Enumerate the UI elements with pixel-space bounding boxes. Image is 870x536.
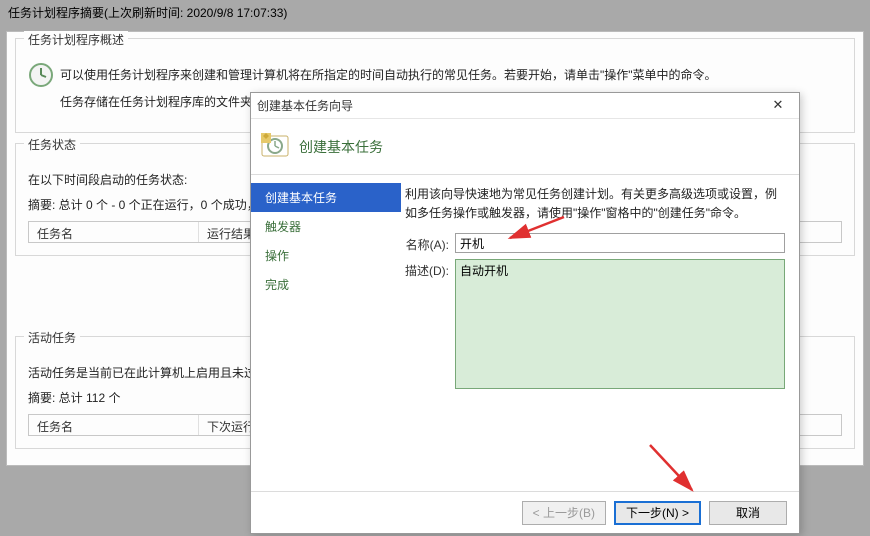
status-group-title: 任务状态 [24,136,80,153]
wizard-icon [261,131,289,162]
description-textarea[interactable] [455,259,785,389]
step-create-basic-task[interactable]: 创建基本任务 [251,183,401,212]
dialog-header: 创建基本任务 [251,119,799,175]
step-action[interactable]: 操作 [251,241,401,270]
dialog-footer: < 上一步(B) 下一步(N) > 取消 [251,491,799,533]
description-label: 描述(D): [405,259,455,279]
overview-group-title: 任务计划程序概述 [24,31,128,48]
status-col-taskname[interactable]: 任务名 [29,222,199,242]
step-finish[interactable]: 完成 [251,270,401,299]
cancel-button[interactable]: 取消 [709,501,787,525]
dialog-main: 利用该向导快速地为常见任务创建计划。有关更多高级选项或设置，例如多任务操作或触发… [401,175,799,491]
name-label: 名称(A): [405,233,455,253]
clock-icon [28,62,54,120]
dialog-titlebar[interactable]: 创建基本任务向导 ✕ [251,93,799,119]
active-col-taskname[interactable]: 任务名 [29,415,199,435]
dialog-info-text: 利用该向导快速地为常见任务创建计划。有关更多高级选项或设置，例如多任务操作或触发… [405,185,785,223]
step-trigger[interactable]: 触发器 [251,212,401,241]
name-input[interactable] [455,233,785,253]
close-icon[interactable]: ✕ [763,96,793,116]
overview-line1: 可以使用任务计划程序来创建和管理计算机将在所指定的时间自动执行的常见任务。若要开… [60,66,842,85]
active-group-title: 活动任务 [24,329,80,346]
page-title: 任务计划程序摘要(上次刷新时间: 2020/9/8 17:07:33) [0,0,870,25]
dialog-title: 创建基本任务向导 [257,97,763,114]
next-button[interactable]: 下一步(N) > [614,501,701,525]
back-button: < 上一步(B) [522,501,606,525]
wizard-steps-sidebar: 创建基本任务 触发器 操作 完成 [251,175,401,491]
create-basic-task-wizard-dialog: 创建基本任务向导 ✕ 创建基本任务 创建基本任务 触发器 操作 完成 利用该向导… [250,92,800,534]
dialog-header-title: 创建基本任务 [299,137,383,157]
